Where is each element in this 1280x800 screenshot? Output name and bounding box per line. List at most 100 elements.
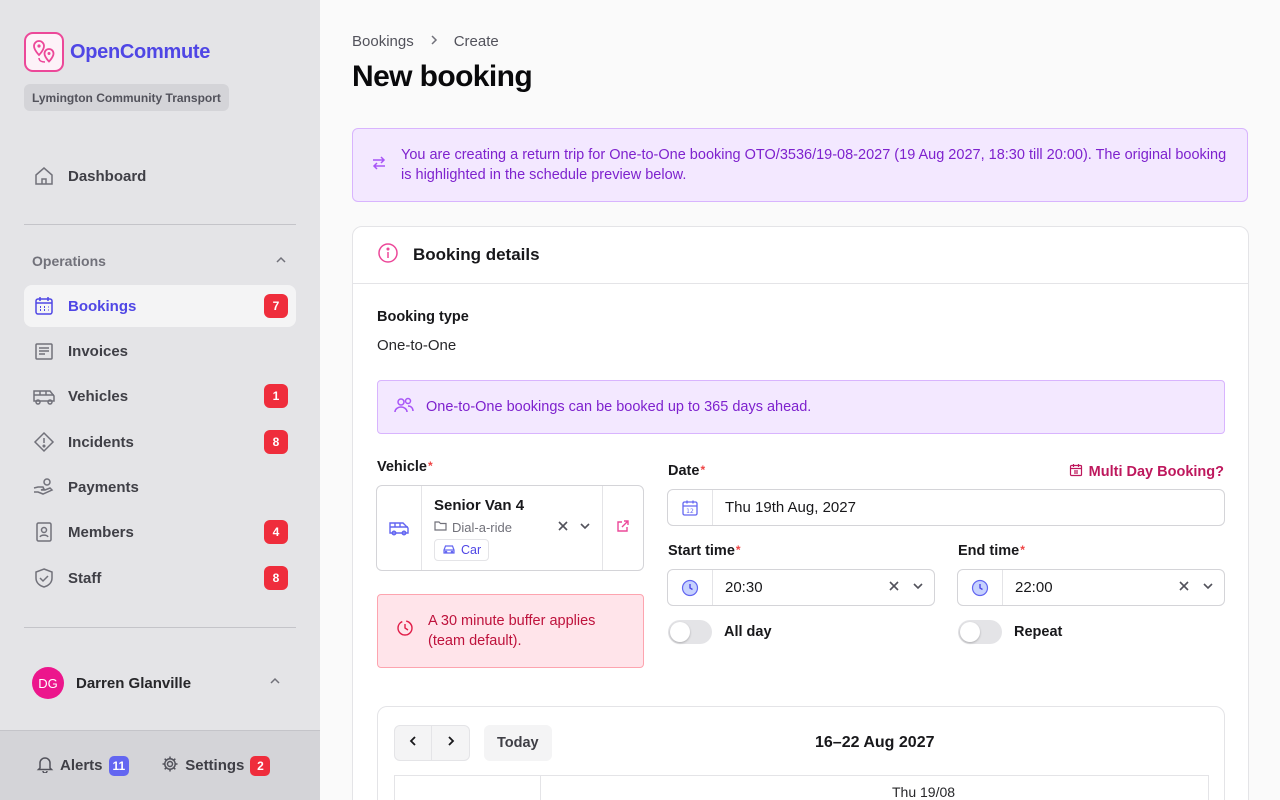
organisation-badge: Lymington Community Transport: [24, 84, 229, 111]
schedule-preview: Today 16–22 Aug 2027 Thu 19/08: [377, 706, 1225, 800]
breadcrumb-link-bookings[interactable]: Bookings: [352, 33, 414, 50]
count-badge: 7: [264, 294, 288, 318]
sidebar-item-label: Incidents: [68, 433, 134, 451]
chevron-down-icon[interactable]: [579, 519, 591, 537]
booking-details-card: Booking details Booking type One-to-One …: [352, 226, 1249, 800]
brand-name: OpenCommute: [70, 40, 211, 63]
week-navigation: [394, 725, 470, 761]
user-name: Darren Glanville: [76, 674, 192, 692]
start-time-controls: [888, 579, 924, 597]
sidebar-item-members[interactable]: Members 4: [24, 511, 296, 553]
open-vehicle-link[interactable]: [602, 486, 643, 570]
user-menu[interactable]: DG Darren Glanville: [24, 664, 296, 702]
sidebar-item-invoices[interactable]: Invoices: [24, 330, 296, 372]
clear-icon[interactable]: [1178, 579, 1190, 597]
multi-day-booking-link[interactable]: Multi Day Booking?: [1069, 463, 1224, 481]
return-trip-banner: You are creating a return trip for One-t…: [352, 128, 1248, 202]
settings-button[interactable]: Settings 2: [161, 755, 271, 777]
sidebar: OpenCommute Lymington Community Transpor…: [0, 0, 320, 800]
end-time-controls: [1178, 579, 1214, 597]
info-circle-icon: [377, 242, 399, 269]
alerts-button[interactable]: Alerts 11: [36, 755, 130, 777]
end-time-select[interactable]: 22:00: [957, 569, 1225, 606]
booking-window-info: One-to-One bookings can be booked up to …: [377, 380, 1225, 434]
schedule-grid: Thu 19/08: [394, 775, 1209, 800]
chevron-down-icon[interactable]: [1202, 579, 1214, 597]
repeat-row: Repeat: [958, 620, 1062, 644]
clock-alert-icon: [396, 619, 414, 643]
bell-icon: [36, 755, 54, 777]
bus-icon: [32, 384, 56, 408]
logo[interactable]: OpenCommute: [24, 32, 210, 72]
sidebar-item-bookings[interactable]: Bookings 7: [24, 285, 296, 327]
car-icon: [442, 543, 456, 558]
calendar-icon: [1069, 463, 1083, 481]
time-gutter: [395, 776, 541, 800]
logo-pins-icon: [24, 32, 64, 72]
card-title: Booking details: [413, 245, 540, 264]
swap-arrows-icon: [371, 155, 387, 176]
chevron-right-icon: [445, 734, 457, 752]
sidebar-item-label: Staff: [68, 569, 102, 587]
today-button[interactable]: Today: [484, 725, 552, 761]
vehicle-kind-tag: Car: [434, 539, 490, 561]
buffer-notice: A 30 minute buffer applies (team default…: [377, 594, 644, 668]
date-value: Thu 19th Aug, 2027: [725, 499, 856, 516]
clock-icon: [958, 570, 1003, 605]
clear-icon[interactable]: [888, 579, 900, 597]
repeat-label: Repeat: [1014, 624, 1063, 640]
next-week-button[interactable]: [432, 725, 470, 761]
count-badge: 8: [264, 566, 288, 590]
breadcrumb-current: Create: [453, 33, 499, 50]
sidebar-item-incidents[interactable]: Incidents 8: [24, 421, 296, 463]
all-day-label: All day: [724, 624, 772, 640]
count-badge: 1: [264, 384, 288, 408]
sidebar-item-label: Payments: [68, 478, 139, 496]
external-link-icon: [616, 519, 630, 538]
avatar: DG: [32, 667, 64, 699]
end-time-label: End time*: [958, 543, 1025, 559]
sidebar-item-label: Dashboard: [68, 167, 147, 185]
sidebar-item-dashboard[interactable]: Dashboard: [24, 155, 296, 197]
all-day-row: All day: [668, 620, 772, 644]
vehicle-select[interactable]: Senior Van 4 Dial-a-ride Car: [376, 485, 644, 571]
booking-window-text: One-to-One bookings can be booked up to …: [426, 399, 812, 415]
clear-icon[interactable]: [557, 519, 569, 537]
settings-count-badge: 2: [250, 755, 271, 776]
sidebar-footer: Alerts 11 Settings 2: [0, 730, 320, 800]
all-day-toggle[interactable]: [668, 620, 712, 644]
sidebar-item-staff[interactable]: Staff 8: [24, 557, 296, 599]
vehicle-label: Vehicle*: [377, 459, 433, 475]
shield-icon: [32, 566, 56, 590]
repeat-toggle[interactable]: [958, 620, 1002, 644]
start-time-value: 20:30: [725, 579, 763, 596]
booking-type-value: One-to-One: [377, 337, 457, 354]
clock-icon: [668, 570, 713, 605]
svg-text:12: 12: [686, 508, 694, 515]
operations-section-toggle[interactable]: Operations: [24, 248, 296, 274]
date-field[interactable]: 12 Thu 19th Aug, 2027: [667, 489, 1225, 526]
week-range-title: 16–22 Aug 2027: [815, 734, 935, 751]
count-badge: 8: [264, 430, 288, 454]
home-icon: [32, 164, 56, 188]
calendar-icon: [32, 294, 56, 318]
end-time-value: 22:00: [1015, 579, 1053, 596]
start-time-select[interactable]: 20:30: [667, 569, 935, 606]
page-title: New booking: [352, 60, 533, 93]
chevron-down-icon[interactable]: [912, 579, 924, 597]
alerts-count-badge: 11: [108, 755, 130, 776]
sidebar-divider: [24, 627, 296, 628]
van-icon: [377, 486, 422, 570]
sidebar-item-label: Bookings: [68, 297, 137, 315]
breadcrumb: Bookings Create: [352, 33, 499, 50]
day-column-header: Thu 19/08: [892, 784, 956, 800]
alerts-label: Alerts: [60, 757, 103, 774]
return-trip-message: You are creating a return trip for One-t…: [401, 147, 1227, 183]
sidebar-item-vehicles[interactable]: Vehicles 1: [24, 375, 296, 417]
previous-week-button[interactable]: [394, 725, 432, 761]
folder-icon: [434, 520, 447, 535]
settings-label: Settings: [185, 757, 245, 774]
start-time-label: Start time*: [668, 543, 741, 559]
section-label: Operations: [32, 253, 106, 269]
sidebar-item-payments[interactable]: Payments: [24, 466, 296, 508]
